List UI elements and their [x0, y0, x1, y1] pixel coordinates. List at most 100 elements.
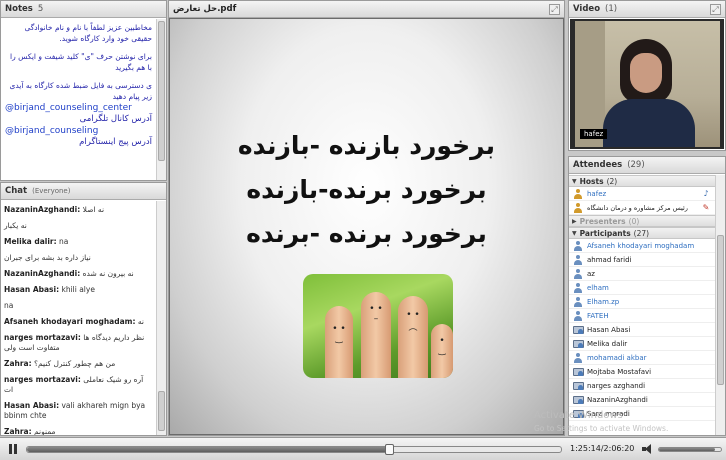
- attendee-list: ▼ Hosts (2) hafez ♪ رئیس مرکز مشاوره و د…: [569, 175, 715, 435]
- adobe-connect-recording: Notes 5 مخاطبین عزیز لطفاً با نام و نام …: [0, 0, 726, 460]
- chat-sender: narges mortazavi:: [4, 375, 81, 384]
- attendees-count: (29): [627, 160, 645, 170]
- presenters-section[interactable]: ▶ Presenters (0): [569, 215, 715, 227]
- finger-faces-image: • • ‿ • • – • • ︵ • ‿: [303, 274, 453, 378]
- notes-title: Notes: [5, 4, 33, 14]
- attendees-scrollbar[interactable]: [715, 175, 725, 435]
- participant-icon: [573, 254, 583, 265]
- attendees-header: Attendees (29): [569, 157, 725, 174]
- chat-message: Hasan Abasi: vali akhareh mign bya bbinm…: [4, 401, 153, 421]
- attendee-row[interactable]: narges azghandi: [569, 379, 715, 393]
- webcam-feed: hafez: [570, 19, 724, 149]
- slide-line: برخورد برنده -برنده: [246, 219, 487, 248]
- chat-message: Hasan Abasi: khili alye: [4, 285, 153, 295]
- notes-content: مخاطبین عزیز لطفاً با نام و نام خانوادگی…: [1, 19, 156, 180]
- attendee-row[interactable]: Melika dalir: [569, 337, 715, 351]
- chat-text: نیاز داره بد بشه برای جبران: [4, 253, 91, 262]
- chat-message: na: [4, 301, 153, 311]
- playback-seek-bar[interactable]: [26, 444, 562, 455]
- attendee-row[interactable]: ahmad faridi: [569, 253, 715, 267]
- attendee-row[interactable]: Elham.zp: [569, 295, 715, 309]
- instagram-label: آدرس پیج اینستاگرام: [79, 137, 152, 147]
- chat-text: نه بیرون نه شده: [82, 269, 134, 278]
- chat-title: Chat: [5, 186, 28, 196]
- playback-progress: [27, 447, 391, 452]
- host-icon: [573, 202, 583, 213]
- attendee-row[interactable]: elham: [569, 281, 715, 295]
- chat-message: نه یکبار: [4, 221, 153, 231]
- chat-text: na: [4, 301, 14, 310]
- instagram-handle[interactable]: @birjand_counseling: [5, 125, 152, 137]
- attendee-row[interactable]: Hasan Abasi: [569, 323, 715, 337]
- attendee-row[interactable]: hafez ♪: [569, 187, 715, 201]
- chat-message: narges mortazavi: نظر داریم دیدگاه ها مت…: [4, 333, 153, 353]
- fullscreen-icon[interactable]: ⤢: [710, 3, 721, 15]
- notes-header: Notes 5: [1, 1, 166, 18]
- chat-scrollbar[interactable]: [156, 201, 166, 435]
- attendee-name: az: [587, 269, 595, 278]
- attendee-name: narges azghandi: [587, 381, 646, 390]
- fullscreen-icon[interactable]: ⤢: [549, 3, 560, 15]
- activate-windows-subtext: Go to Settings to activate Windows.: [534, 424, 669, 433]
- attendee-row[interactable]: FATEH: [569, 309, 715, 323]
- chat-sender: Hasan Abasi:: [4, 285, 60, 294]
- notes-count: 5: [37, 4, 44, 14]
- attendee-row[interactable]: Afsaneh khodayari moghadam: [569, 239, 715, 253]
- speaker-icon[interactable]: [641, 443, 653, 455]
- notes-pod: Notes 5 مخاطبین عزیز لطفاً با نام و نام …: [0, 0, 167, 181]
- chat-text: نه اصلا: [82, 205, 105, 214]
- pause-icon: [9, 444, 12, 454]
- participant-icon: [573, 240, 583, 251]
- attendee-name: Melika dalir: [587, 339, 628, 348]
- computer-icon: [573, 339, 584, 349]
- notes-paragraph: مخاطبین عزیز لطفاً با نام و نام خانوادگی…: [24, 23, 152, 43]
- pause-button[interactable]: [4, 440, 22, 458]
- chat-header: Chat (Everyone): [1, 183, 166, 200]
- participant-icon: [573, 282, 583, 293]
- attendee-row[interactable]: رئیس مرکز مشاوره و درمان دانشگاه ✎: [569, 201, 715, 215]
- attendee-row[interactable]: NazaninAzghandi: [569, 393, 715, 407]
- notes-scrollbar[interactable]: [156, 19, 166, 180]
- participants-section[interactable]: ▼ Participants (27): [569, 227, 715, 239]
- chat-sender: Zahra:: [4, 427, 32, 436]
- volume-slider[interactable]: [658, 447, 722, 452]
- video-title: Video: [573, 4, 601, 14]
- chat-sender: NazaninAzghandi:: [4, 205, 81, 214]
- participants-count: (27): [633, 228, 650, 238]
- attendee-name: Mojtaba Mostafavi: [587, 367, 652, 376]
- hosts-label: Hosts: [579, 176, 604, 186]
- attendee-row[interactable]: Mojtaba Mostafavi: [569, 365, 715, 379]
- chat-message: Melika dalir: na: [4, 237, 153, 247]
- chat-scope: (Everyone): [32, 187, 71, 195]
- seek-handle[interactable]: [385, 444, 394, 455]
- attendee-row[interactable]: az: [569, 267, 715, 281]
- video-count: (1): [605, 4, 618, 14]
- share-pod: حل تعارض.pdf ⤢ برخورد بازنده -بازنده برخ…: [168, 0, 565, 436]
- chat-message: Afsaneh khodayari moghadam: نه: [4, 317, 153, 327]
- chat-text: khili alye: [61, 285, 95, 294]
- video-header: Video (1) ⤢: [569, 1, 725, 18]
- hosts-section[interactable]: ▼ Hosts (2): [569, 175, 715, 187]
- chat-text: na: [59, 237, 69, 246]
- participant-icon: [573, 268, 583, 279]
- attendee-name: ahmad faridi: [587, 255, 632, 264]
- expand-arrow-icon: ▶: [572, 217, 577, 225]
- chat-text: نه یکبار: [4, 221, 27, 230]
- chat-message: NazaninAzghandi: نه بیرون نه شده: [4, 269, 153, 279]
- attendee-name: mohamadi akbar: [587, 353, 647, 362]
- hosts-count: (2): [606, 176, 618, 186]
- telegram-handle[interactable]: @birjand_counseling_center: [5, 102, 152, 114]
- slide-line: برخورد برنده-بازنده: [246, 175, 487, 204]
- attendee-name: FATEH: [587, 311, 609, 320]
- chat-sender: Hasan Abasi:: [4, 401, 60, 410]
- chat-message: narges mortazavi: آره رو شیک نعاملی ات: [4, 375, 153, 395]
- playback-bar: 1:25:14/2:06:20: [0, 437, 726, 460]
- participants-label: Participants: [579, 228, 631, 238]
- chat-message: نیاز داره بد بشه برای جبران: [4, 253, 153, 263]
- collapse-arrow-icon: ▼: [572, 177, 577, 185]
- attendee-row[interactable]: mohamadi akbar: [569, 351, 715, 365]
- notes-paragraph: ی دسترسی به فایل ضبط شده کارگاه به آیدی …: [9, 81, 153, 101]
- attendee-name: hafez: [587, 189, 607, 198]
- attendees-pod: Attendees (29) ▼ Hosts (2) hafez ♪ رئیس …: [568, 156, 726, 436]
- chat-messages: NazaninAzghandi: نه اصلا نه یکبار Melika…: [1, 201, 156, 435]
